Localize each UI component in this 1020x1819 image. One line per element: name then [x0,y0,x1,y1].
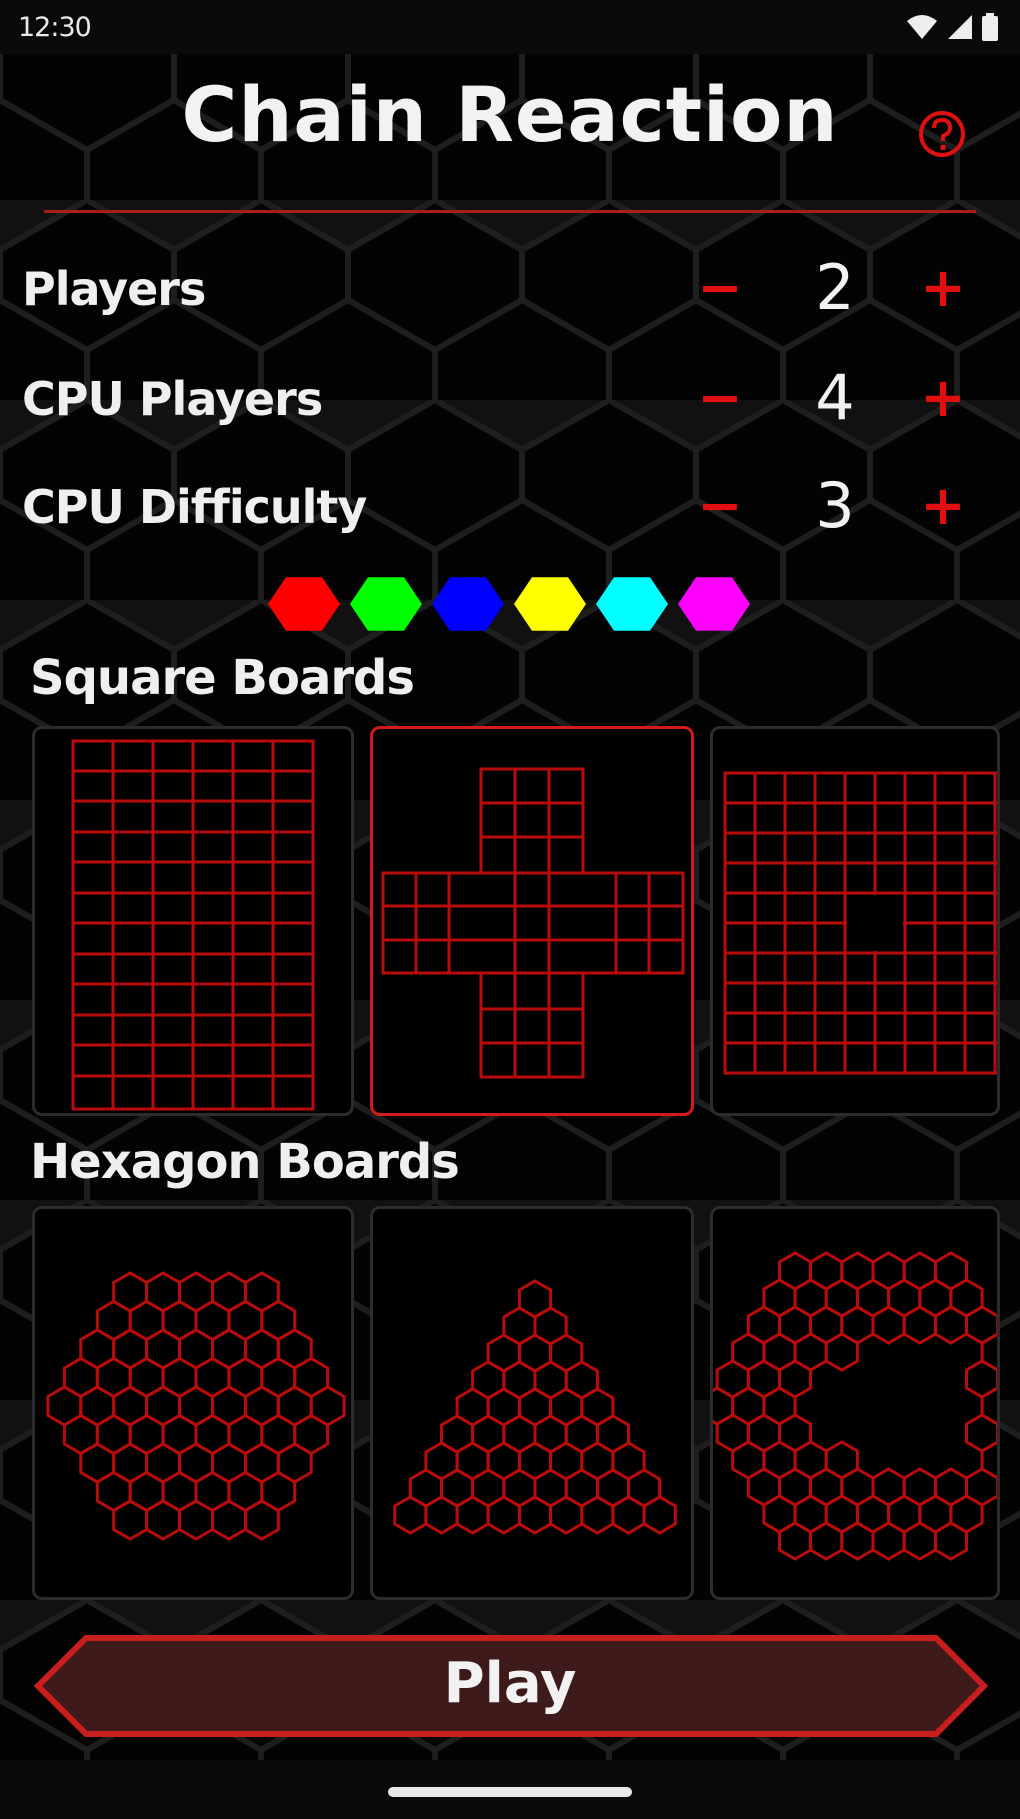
hex-cell [778,1521,813,1561]
hex-cell [871,1305,906,1345]
hexagon-boards-title: Hexagon Boards [30,1134,460,1190]
setting-row-cpu-players: CPU Players − 4 + [0,358,1020,438]
hex-cell [902,1521,937,1561]
hex-cell [611,1495,646,1535]
play-button-label: Play [443,1651,577,1716]
player-color-cyan [596,577,668,631]
hex-cell [393,1495,428,1535]
hex-cell [871,1521,906,1561]
player-color-magenta [678,577,750,631]
hex-cell [424,1495,459,1535]
decrement-button[interactable]: − [695,466,745,546]
setting-row-players: Players − 2 + [0,248,1020,328]
status-bar: 12:30 [0,0,1020,54]
battery-icon [982,13,998,41]
hex-cell [455,1495,490,1535]
hex-cell [933,1305,968,1345]
help-icon[interactable] [916,108,968,160]
hex-cell [549,1495,584,1535]
increment-button[interactable]: + [918,358,968,438]
setting-value: 3 [815,469,855,542]
hex-cell [112,1499,149,1541]
hex-cell [243,1499,280,1541]
wifi-icon [907,15,937,39]
setting-label: CPU Difficulty [22,480,367,534]
hex-cell [517,1495,553,1535]
hex-cell [996,1422,997,1444]
hex-cell [211,1499,247,1541]
status-time: 12:30 [18,12,92,43]
hex-cell [178,1499,214,1541]
increment-button[interactable]: + [918,248,968,328]
board-triangle-hexboard[interactable] [370,1206,694,1600]
player-color-swatches [268,577,750,631]
setting-value: 2 [815,251,855,324]
hex-cell [642,1495,677,1535]
player-color-yellow [514,577,586,631]
hex-cell [486,1495,521,1535]
hex-cell [145,1499,181,1541]
increment-button[interactable]: + [918,466,968,546]
hex-cell [809,1521,844,1561]
hex-cell [580,1495,615,1535]
board-cross-grid[interactable] [370,726,694,1116]
status-icons [906,13,998,41]
hex-cell [902,1305,937,1345]
app-title: Chain Reaction [181,70,839,159]
home-gesture-handle[interactable] [388,1787,632,1797]
setting-row-cpu-difficulty: CPU Difficulty − 3 + [0,466,1020,546]
player-color-red [268,577,340,631]
player-color-green [350,577,422,631]
hex-cell [996,1368,997,1390]
decrement-button[interactable]: − [695,358,745,438]
hex-cell [933,1521,968,1561]
hex-cell [824,1332,859,1372]
board-rectangle-grid[interactable] [32,726,354,1116]
title-divider [44,210,976,213]
board-hexagon-hexboard[interactable] [32,1206,354,1600]
hex-cell [840,1521,875,1561]
hex-cell [713,1386,735,1426]
board-square-with-hole-grid[interactable] [710,726,1000,1116]
board-c-shape-hexboard[interactable] [710,1206,1000,1600]
signal-icon [948,15,972,39]
player-color-blue [432,577,504,631]
setting-value: 4 [815,361,855,434]
setting-label: Players [22,262,206,316]
square-boards-title: Square Boards [30,650,415,706]
decrement-button[interactable]: − [695,248,745,328]
setting-label: CPU Players [22,372,323,426]
